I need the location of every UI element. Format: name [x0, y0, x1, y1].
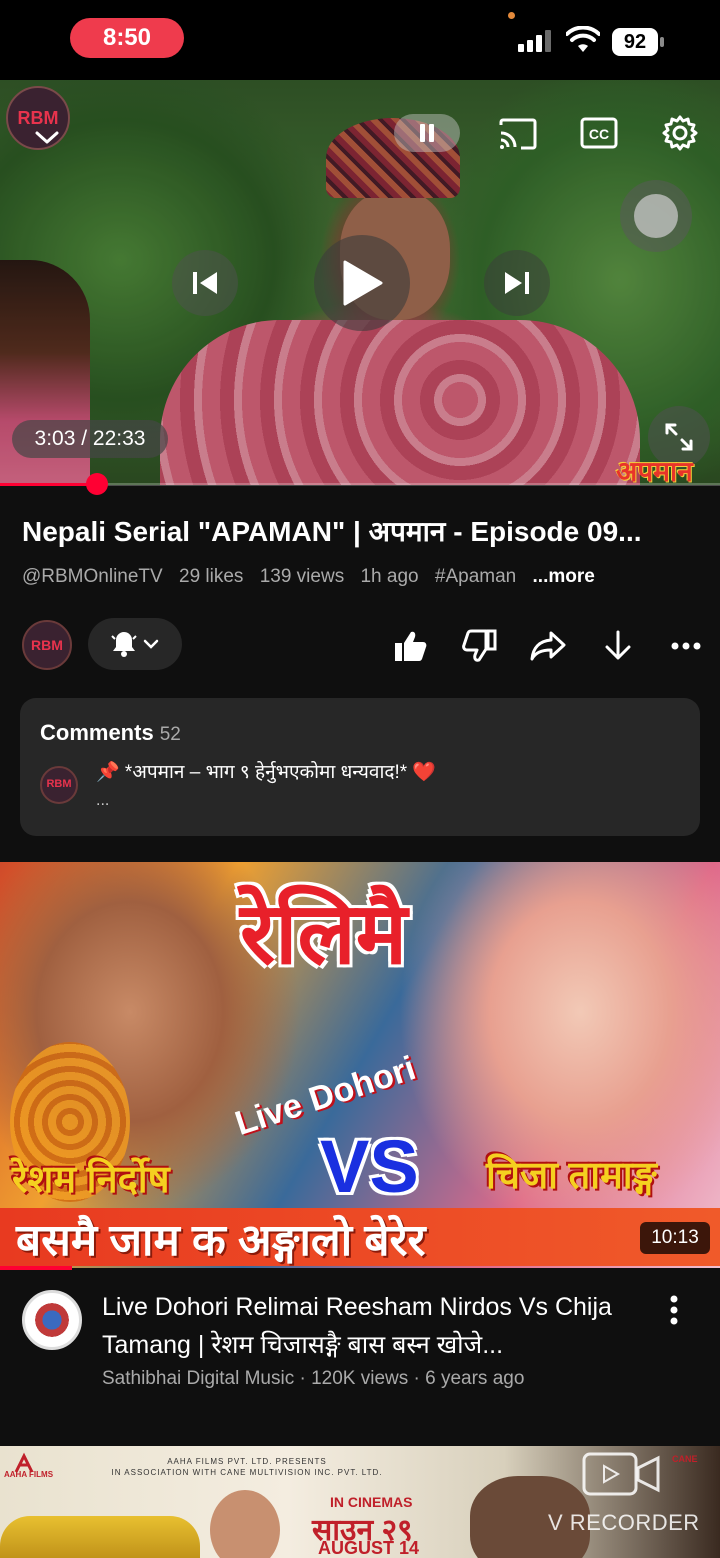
next-video-meta: Sathibhai Digital Music · 120K views · 6… — [102, 1368, 525, 1389]
cane-logo: CANE — [672, 1454, 698, 1464]
gear-icon — [662, 115, 698, 151]
view-count: 139 views — [259, 566, 345, 587]
battery-icon: 92 — [612, 28, 664, 56]
chevron-down-icon — [143, 639, 159, 649]
like-count: 29 likes — [179, 566, 244, 587]
upload-age: 1h ago — [360, 566, 419, 587]
aaha-films-logo-icon — [14, 1452, 34, 1473]
download-icon — [605, 630, 631, 660]
next-video-thumbnail[interactable]: रेलिमै Live Dohori VS रेशम निर्दोष चिजा … — [0, 862, 720, 1268]
video-player[interactable]: RBM CC 3:03 / 22:33 अपमान — [0, 80, 720, 485]
video-meta-row[interactable]: @RBMOnlineTV 29 likes 139 views 1h ago #… — [22, 566, 606, 588]
like-button[interactable] — [390, 626, 430, 666]
channel-avatar[interactable]: RBM — [22, 620, 72, 670]
screen-recorder-watermark: V RECORDER — [548, 1510, 700, 1535]
comment-avatar: RBM — [40, 766, 78, 804]
next-video-menu-button[interactable] — [662, 1292, 686, 1328]
thumbnail-title-text: रेलिमै — [240, 886, 408, 982]
signal-icon — [518, 30, 552, 52]
ad-banner[interactable]: AAHA FILMS AAHA FILMS PVT. LTD. PRESENTS… — [0, 1446, 720, 1558]
next-icon — [505, 272, 529, 294]
video-title[interactable]: Nepali Serial "APAMAN" | अपमान - Episode… — [22, 512, 712, 550]
thumbnail-name-right: चिजा तामाङ्ग — [486, 1155, 657, 1197]
comments-count: 52 — [159, 724, 181, 745]
thumbnail-banner-text: बसमै जाम क अङ्गालो बेरेर — [16, 1216, 426, 1265]
video-progress-bar[interactable] — [0, 483, 720, 486]
comment-ellipsis: ... — [96, 792, 110, 809]
dislike-icon — [462, 629, 497, 662]
comments-heading: Comments 52 — [40, 720, 181, 745]
like-icon — [395, 631, 427, 661]
video-title-watermark: अपमान — [616, 456, 693, 485]
previous-button[interactable] — [172, 250, 238, 316]
chevron-down-icon[interactable] — [34, 130, 60, 146]
action-row: RBM — [0, 616, 720, 674]
more-icon — [671, 642, 701, 650]
more-actions-button[interactable] — [666, 626, 706, 666]
ad-presents-text: AAHA FILMS PVT. LTD. PRESENTS IN ASSOCIA… — [111, 1457, 383, 1477]
wifi-icon — [566, 26, 600, 52]
video-recorder-icon — [582, 1452, 660, 1496]
thumbnail-name-left: रेशम निर्दोष — [12, 1159, 170, 1201]
assistive-touch-button[interactable] — [620, 180, 692, 252]
cc-icon: CC — [580, 117, 618, 149]
comments-card[interactable]: Comments 52 RBM 📌 *अपमान – भाग ९ हेर्नुभए… — [20, 698, 700, 836]
ad-image-actress — [210, 1490, 280, 1558]
previous-icon — [193, 272, 217, 294]
privacy-indicator-dot — [508, 12, 515, 19]
more-link[interactable]: ...more — [533, 566, 595, 587]
pause-button[interactable] — [394, 114, 460, 152]
status-time[interactable]: 8:50 — [70, 18, 184, 58]
share-button[interactable] — [528, 626, 568, 666]
fullscreen-icon — [665, 423, 693, 451]
captions-button[interactable]: CC — [580, 116, 618, 150]
next-button[interactable] — [484, 250, 550, 316]
play-icon — [343, 260, 383, 306]
video-time-display[interactable]: 3:03 / 22:33 — [12, 420, 168, 458]
channel-handle[interactable]: @RBMOnlineTV — [22, 566, 163, 587]
notification-bell-button[interactable] — [88, 618, 182, 670]
pinned-comment-text: 📌 *अपमान – भाग ९ हेर्नुभएकोमा धन्यवाद!* … — [96, 762, 437, 783]
thumbnail-vs-text: VS — [320, 1125, 419, 1208]
download-button[interactable] — [598, 626, 638, 666]
pause-icon — [420, 124, 434, 142]
video-progress-handle[interactable] — [86, 473, 108, 495]
svg-text:CC: CC — [589, 126, 609, 142]
share-icon — [530, 631, 566, 661]
kebab-icon — [670, 1295, 678, 1325]
play-button[interactable] — [314, 235, 410, 331]
next-video-title[interactable]: Live Dohori Relimai Reesham Nirdos Vs Ch… — [102, 1288, 642, 1364]
battery-level: 92 — [612, 28, 658, 56]
hashtag-link[interactable]: #Apaman — [435, 566, 516, 587]
cast-icon — [499, 118, 537, 150]
status-bar: 8:50 92 — [0, 0, 720, 80]
video-duration-badge: 10:13 — [640, 1222, 710, 1254]
ad-release-date-english: AUGUST 14 — [318, 1538, 420, 1558]
cast-button[interactable] — [497, 116, 539, 152]
dislike-button[interactable] — [460, 626, 500, 666]
settings-button[interactable] — [660, 113, 700, 153]
next-video-channel-avatar[interactable] — [22, 1290, 82, 1350]
watched-progress-bar — [0, 1266, 72, 1270]
bell-icon — [111, 632, 137, 657]
video-progress-fill — [0, 483, 97, 486]
ad-logo-label: AAHA FILMS — [4, 1470, 54, 1479]
ad-image-rickshaw — [0, 1516, 200, 1558]
